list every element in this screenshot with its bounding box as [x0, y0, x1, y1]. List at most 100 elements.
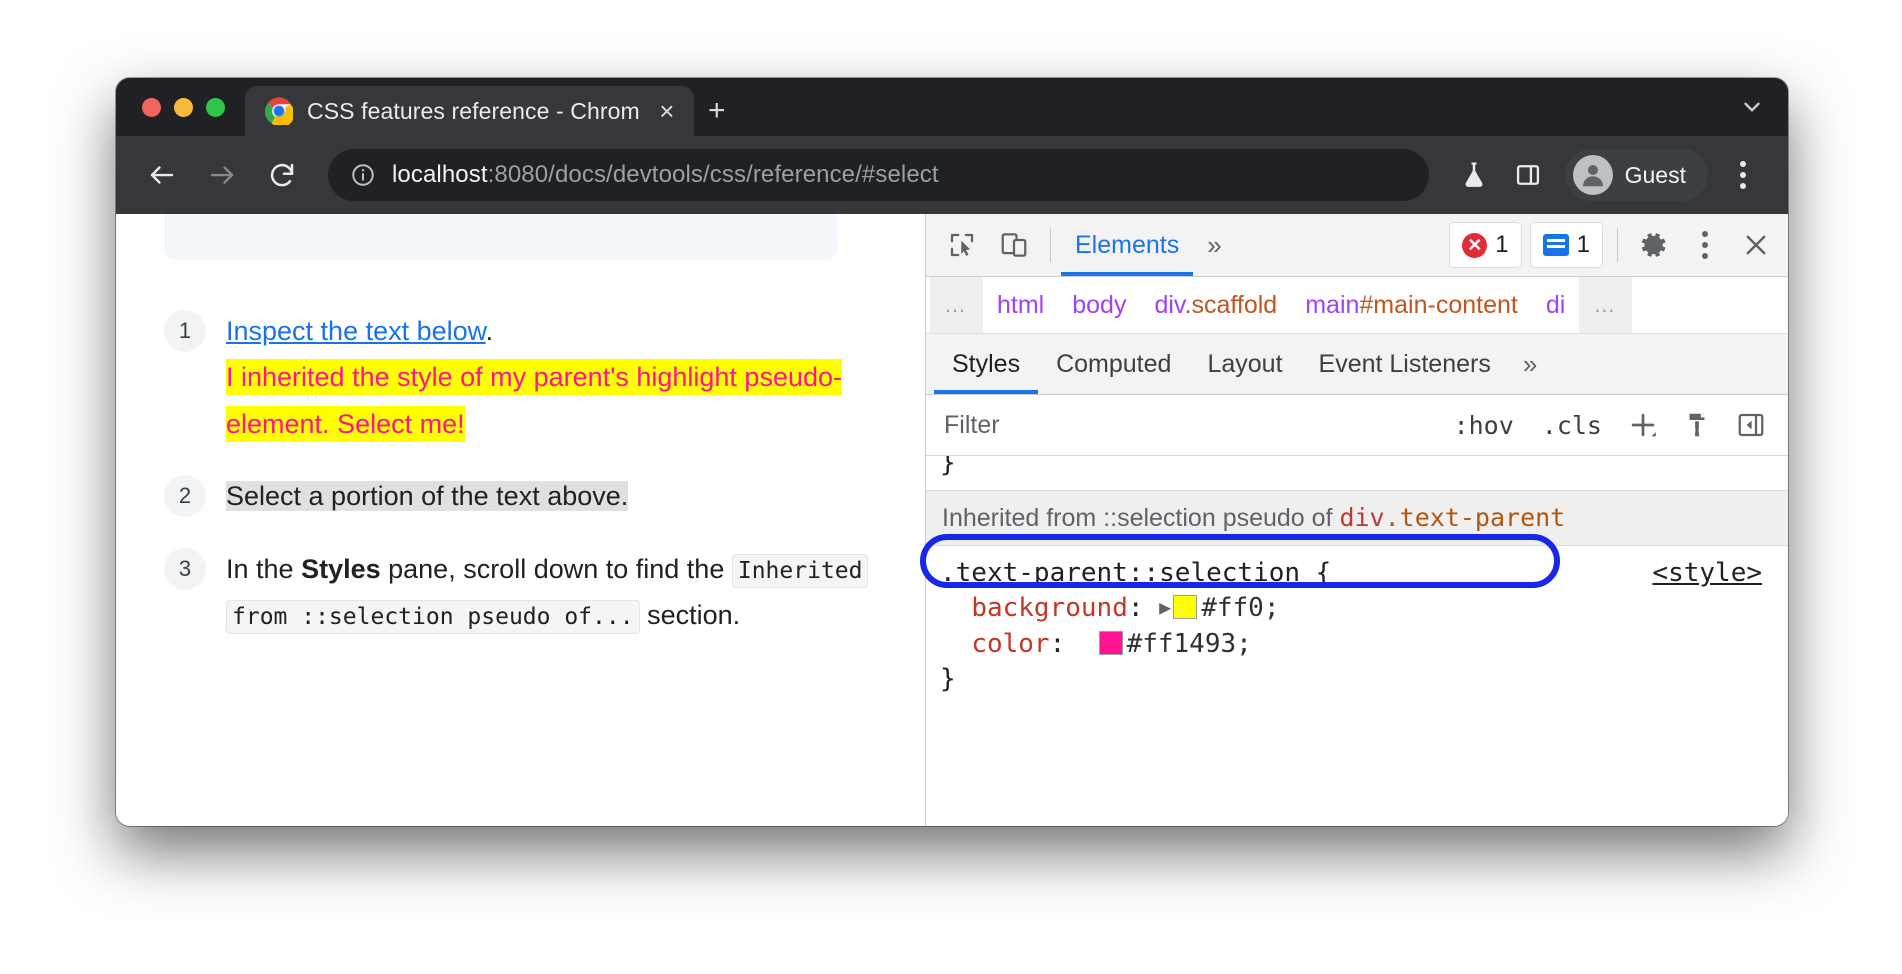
close-devtools-icon[interactable] — [1730, 219, 1782, 271]
step-content: Select a portion of the text above. — [226, 473, 897, 519]
plus-icon[interactable] — [1616, 398, 1670, 452]
filter-input[interactable] — [926, 396, 1440, 454]
step-number: 1 — [164, 310, 206, 352]
url-path: :8080/docs/devtools/css/reference/#selec… — [488, 161, 939, 188]
inspect-text-link[interactable]: Inspect the text below — [226, 316, 486, 346]
close-tab-button[interactable]: × — [654, 98, 680, 124]
collapse-sidebar-icon[interactable] — [1724, 398, 1778, 452]
reload-button[interactable] — [254, 147, 310, 203]
side-panel-icon[interactable] — [1503, 150, 1553, 200]
list-item: 2 Select a portion of the text above. — [164, 473, 897, 519]
maximize-window-button[interactable] — [206, 98, 225, 117]
devtools-panel: Elements » ✕ 1 1 — [925, 214, 1788, 826]
chevron-down-icon[interactable] — [1724, 78, 1780, 136]
minimize-window-button[interactable] — [174, 98, 193, 117]
breadcrumb-item-div-scaffold[interactable]: div.scaffold — [1140, 291, 1291, 320]
forward-button[interactable] — [194, 147, 250, 203]
paint-brush-icon[interactable] — [1670, 398, 1724, 452]
step-content: Inspect the text below. I inherited the … — [226, 308, 897, 447]
cls-button[interactable]: .cls — [1528, 411, 1616, 440]
breadcrumb-class: .scaffold — [1185, 291, 1278, 319]
step-content: In the Styles pane, scroll down to find … — [226, 546, 897, 639]
error-count-badge[interactable]: ✕ 1 — [1449, 222, 1521, 268]
css-rule-block: <style> .text-parent::selection { backgr… — [926, 546, 1788, 697]
step3-part1: In the — [226, 554, 301, 584]
hov-button[interactable]: :hov — [1440, 411, 1528, 440]
breadcrumb-item-html[interactable]: html — [983, 291, 1058, 320]
list-item: 3 In the Styles pane, scroll down to fin… — [164, 546, 897, 639]
devtools-toolbar: Elements » ✕ 1 1 — [926, 214, 1788, 277]
devtools-more-options-button[interactable] — [1680, 217, 1730, 273]
window-body: 1 Inspect the text below. I inherited th… — [116, 214, 1788, 826]
breadcrumb-tag: html — [997, 291, 1044, 319]
tab-elements[interactable]: Elements — [1061, 214, 1193, 276]
css-colon: : — [1050, 629, 1097, 659]
breadcrumb-tag: main — [1305, 291, 1359, 319]
browser-toolbar: localhost:8080/docs/devtools/css/referen… — [116, 136, 1788, 214]
css-property-value[interactable]: #ff1493; — [1127, 629, 1252, 659]
screenshot-root: CSS features reference - Chrom × + — [0, 0, 1902, 974]
breadcrumb: … html body div.scaffold main#main-conte… — [926, 277, 1788, 334]
inherited-from-label: Inherited from ::selection pseudo of — [942, 504, 1339, 532]
breadcrumb-overflow-left[interactable]: … — [930, 277, 983, 333]
toolbar-divider — [1617, 228, 1618, 262]
browser-menu-button[interactable] — [1718, 147, 1768, 203]
browser-tab[interactable]: CSS features reference - Chrom × — [245, 86, 694, 136]
breadcrumb-item-body[interactable]: body — [1058, 291, 1140, 320]
profile-button[interactable]: Guest — [1565, 149, 1708, 201]
close-window-button[interactable] — [142, 98, 161, 117]
selection-highlight-text: I inherited the style of my parent's hig… — [226, 359, 842, 441]
css-colon: : — [1128, 593, 1159, 623]
tab-strip: CSS features reference - Chrom × + — [116, 78, 1788, 136]
css-rule-closing-brace: } — [940, 662, 1788, 697]
web-page-viewport: 1 Inspect the text below. I inherited th… — [116, 214, 925, 826]
css-property-name[interactable]: background — [971, 593, 1128, 623]
tab-event-listeners[interactable]: Event Listeners — [1301, 334, 1509, 394]
profile-name: Guest — [1625, 162, 1686, 189]
expand-shorthand-icon[interactable]: ▶ — [1159, 594, 1171, 621]
new-tab-button[interactable]: + — [694, 86, 740, 136]
previous-rule-closing-brace: } — [926, 456, 1788, 476]
inherited-source-class: .text-parent — [1385, 503, 1566, 532]
message-count-badge[interactable]: 1 — [1530, 222, 1603, 268]
instruction-steps: 1 Inspect the text below. I inherited th… — [164, 308, 897, 665]
inspect-element-icon[interactable] — [936, 219, 988, 271]
color-swatch-color[interactable] — [1099, 631, 1123, 655]
css-declaration-background[interactable]: background: ▶ #ff0; — [940, 591, 1788, 626]
selected-instruction-text: Select a portion of the text above. — [226, 481, 628, 511]
tab-layout[interactable]: Layout — [1189, 334, 1300, 394]
back-button[interactable] — [134, 147, 190, 203]
inherited-from-section-header[interactable]: Inherited from ::selection pseudo of div… — [926, 490, 1788, 546]
step3-part2: pane, scroll down to find the — [381, 554, 732, 584]
inherited-source-selector[interactable]: div.text-parent — [1339, 503, 1565, 532]
step-period: . — [486, 316, 494, 346]
css-declaration-color[interactable]: color: #ff1493; — [940, 627, 1788, 662]
breadcrumb-id: #main-content — [1359, 291, 1517, 319]
tab-computed[interactable]: Computed — [1038, 334, 1189, 394]
url-host: localhost — [392, 161, 488, 188]
info-icon[interactable] — [350, 162, 376, 188]
step3-part3: section. — [640, 600, 741, 630]
device-toolbar-icon[interactable] — [988, 219, 1040, 271]
breadcrumb-item-di[interactable]: di — [1532, 291, 1579, 320]
gear-icon[interactable] — [1628, 219, 1680, 271]
css-property-name[interactable]: color — [971, 629, 1049, 659]
tab-styles[interactable]: Styles — [934, 334, 1038, 394]
color-swatch-background[interactable] — [1173, 595, 1197, 619]
step-number: 3 — [164, 548, 206, 590]
flask-icon[interactable] — [1449, 150, 1499, 200]
panel-tabs-overflow-icon[interactable]: » — [1193, 230, 1235, 261]
address-bar[interactable]: localhost:8080/docs/devtools/css/referen… — [328, 149, 1429, 201]
styles-pane-emphasis: Styles — [301, 554, 381, 584]
sidebar-tabs-overflow-icon[interactable]: » — [1509, 349, 1551, 380]
breadcrumb-overflow-right[interactable]: … — [1579, 277, 1632, 333]
breadcrumb-item-main-content[interactable]: main#main-content — [1291, 291, 1532, 320]
toolbar-divider — [1050, 228, 1051, 262]
avatar — [1573, 155, 1613, 195]
style-source-link[interactable]: <style> — [1652, 556, 1762, 591]
browser-window: CSS features reference - Chrom × + — [116, 78, 1788, 826]
step-number: 2 — [164, 475, 206, 517]
window-traffic-lights — [116, 78, 245, 136]
css-property-value[interactable]: #ff0; — [1201, 593, 1279, 623]
list-item: 1 Inspect the text below. I inherited th… — [164, 308, 897, 447]
